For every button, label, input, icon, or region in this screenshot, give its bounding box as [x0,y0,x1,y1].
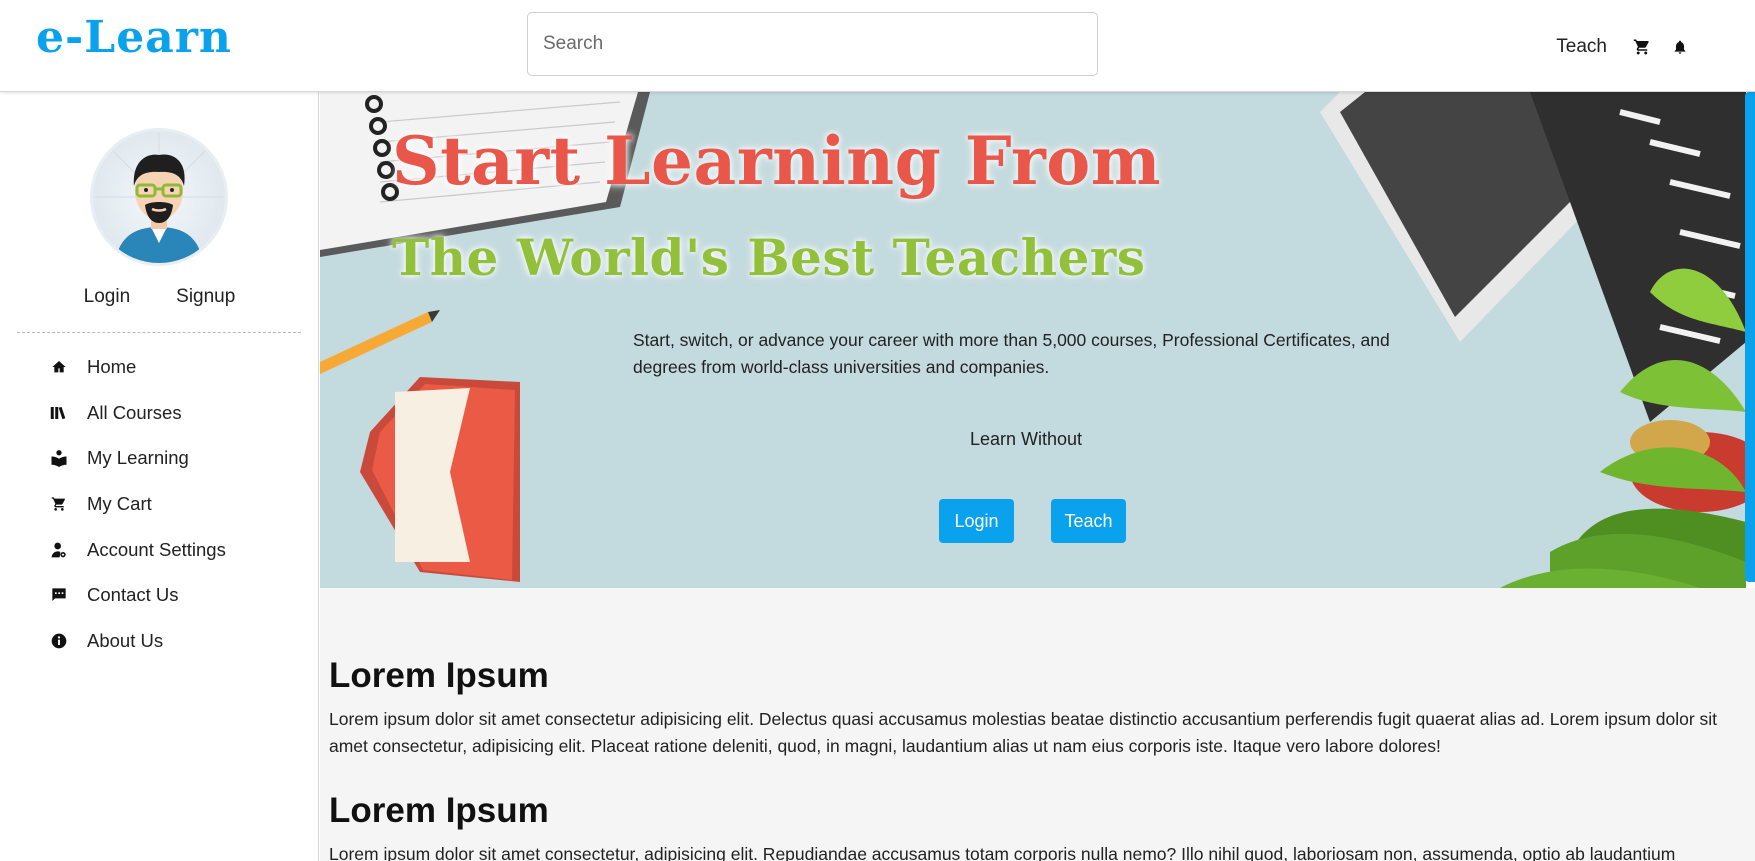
logo[interactable]: e-Learn [36,12,232,63]
avatar-illustration [95,133,223,263]
hero-teach-button[interactable]: Teach [1051,499,1126,543]
chat-icon [48,584,70,606]
header-actions: Teach [1556,34,1699,60]
article: Lorem Ipsum Lorem ipsum dolor sit amet c… [329,656,1739,760]
sidebar-item-my-cart[interactable]: My Cart [0,481,319,527]
auth-links: Login Signup [0,286,319,308]
sidebar-item-label: Home [87,355,137,377]
article-heading: Lorem Ipsum [329,791,549,830]
books-icon [48,402,70,424]
sidebar-item-label: Account Settings [87,538,226,560]
avatar[interactable] [90,128,228,266]
user-gear-icon [48,539,70,561]
sidebar-item-about-us[interactable]: About Us [0,618,319,664]
cart-icon [48,493,70,515]
reader-icon [48,447,70,469]
cart-icon[interactable] [1623,34,1661,60]
hero-title-line2: The World's Best Teachers [392,228,1146,287]
sidebar-item-account-settings[interactable]: Account Settings [0,527,319,573]
sidebar-item-label: Contact Us [87,584,179,606]
main-content: Lorem Ipsum Lorem ipsum dolor sit amet c… [320,588,1755,861]
scroll-indicator[interactable] [1745,92,1755,582]
sidebar-item-my-learning[interactable]: My Learning [0,435,319,481]
article-body: Lorem ipsum dolor sit amet consectetur, … [329,844,1676,861]
sidebar-nav: Home All Courses My Learning My Cart Acc… [0,344,319,664]
login-link[interactable]: Login [84,286,131,308]
hero-title-line1: Start Learning From [392,122,1162,200]
home-icon [48,356,70,378]
sidebar-item-all-courses[interactable]: All Courses [0,390,319,436]
sidebar-item-label: All Courses [87,401,182,423]
bell-icon[interactable] [1661,34,1699,60]
sidebar-item-label: About Us [87,629,164,651]
article-heading: Lorem Ipsum [329,656,549,695]
hero-description: Start, switch, or advance your career wi… [633,330,1390,377]
pencil-illustration [320,310,440,374]
sidebar-item-label: My Learning [87,447,189,469]
info-icon [48,630,70,652]
divider [17,332,301,333]
book-illustration [360,377,520,582]
teach-link[interactable]: Teach [1556,36,1607,58]
sidebar: Login Signup Home All Courses My Learnin… [0,92,319,861]
hero-tagline: Learn Without [970,429,1083,449]
article-body: Lorem ipsum dolor sit amet consectetur a… [329,709,1718,756]
sidebar-item-home[interactable]: Home [0,344,319,390]
signup-link[interactable]: Signup [176,286,235,308]
sidebar-item-label: My Cart [87,492,152,514]
search-input[interactable] [527,12,1098,76]
hero-banner: Start Learning From The World's Best Tea… [320,92,1746,588]
hero-login-button[interactable]: Login [939,499,1014,543]
sidebar-item-contact-us[interactable]: Contact Us [0,572,319,618]
top-navbar: e-Learn Teach [0,0,1755,92]
article: Lorem Ipsum Lorem ipsum dolor sit amet c… [329,791,1739,861]
